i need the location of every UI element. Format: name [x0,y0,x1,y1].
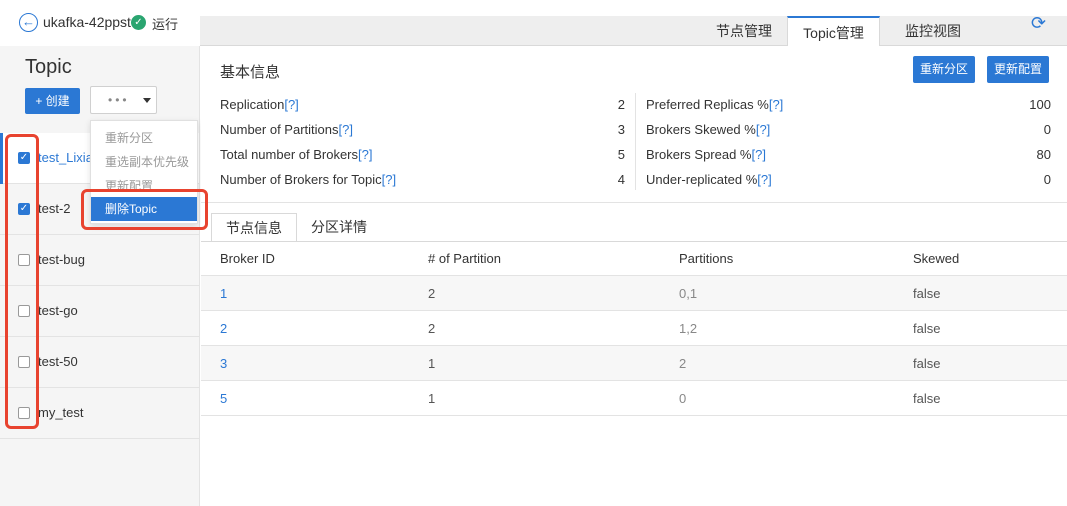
tab-label: 监控视图 [905,23,961,39]
info-label: Replication[?] [220,97,299,112]
table-header: Broker ID # of Partition Partitions Skew… [201,242,1067,276]
info-label: Brokers Spread %[?] [646,147,766,162]
table-row: 2 2 1,2 false [201,311,1067,346]
tab-topic-management[interactable]: Topic管理 [787,16,880,47]
menu-item-repartition[interactable]: 重新分区 [91,126,197,150]
column-header: Partitions [679,251,734,266]
info-value: 5 [617,147,625,162]
info-label: Number of Partitions[?] [220,122,353,137]
info-value: 0 [1043,122,1051,137]
help-link[interactable]: [?] [358,147,372,162]
cluster-name: ukafka-42ppst [43,14,131,30]
info-label: Under-replicated %[?] [646,172,772,187]
info-label: Preferred Replicas %[?] [646,97,784,112]
menu-item-reelect-replica[interactable]: 重选副本优先级 [91,150,197,174]
tab-label: 分区详情 [311,219,367,235]
tab-label: 节点管理 [716,23,772,39]
skewed: false [913,356,941,371]
info-value: 4 [617,172,625,187]
partitions: 2 [679,356,687,371]
topic-name: my_test [38,405,84,420]
column-header: Skewed [913,251,960,266]
help-link[interactable]: [?] [382,172,396,187]
help-link[interactable]: [?] [757,172,771,187]
info-value: 3 [617,122,625,137]
back-arrow-icon[interactable]: ← [19,13,38,32]
help-link[interactable]: [?] [339,122,353,137]
info-label: Brokers Skewed %[?] [646,122,771,137]
section-title: 基本信息 [220,64,281,81]
partitions: 0 [679,391,687,406]
help-link[interactable]: [?] [752,147,766,162]
topic-name: test-go [38,303,78,318]
info-label: Number of Brokers for Topic[?] [220,172,397,187]
refresh-icon[interactable]: ⟳ [1031,13,1051,33]
info-value: 2 [617,97,625,112]
info-value: 100 [1029,97,1051,112]
partition-count: 2 [428,321,436,336]
partitions: 1,2 [679,321,698,336]
info-value: 80 [1036,147,1051,162]
topic-name: test_Lixia [38,150,93,165]
column-header: # of Partition [428,251,501,266]
column-header: Broker ID [220,251,275,266]
skewed: false [913,286,941,301]
help-link[interactable]: [?] [756,122,770,137]
broker-id-link[interactable]: 1 [220,286,227,301]
tab-label: 节点信息 [226,220,282,236]
tab-partition-details[interactable]: 分区详情 [297,213,381,242]
help-link[interactable]: [?] [284,97,298,112]
more-icon: ••• [108,93,130,107]
check-circle-icon: ✓ [131,15,146,30]
skewed: false [913,321,941,336]
repartition-button[interactable]: 重新分区 [913,56,975,83]
tab-node-management[interactable]: 节点管理 [702,16,786,46]
table-row: 1 2 0,1 false [201,276,1067,311]
partition-count: 1 [428,356,436,371]
broker-id-link[interactable]: 5 [220,391,227,406]
topic-name: test-2 [38,201,71,216]
update-config-button[interactable]: 更新配置 [987,56,1049,83]
highlight-box-checkboxes [5,134,39,429]
tab-monitoring-view[interactable]: 监控视图 [890,16,976,46]
info-label: Total number of Brokers[?] [220,147,373,162]
broker-id-link[interactable]: 3 [220,356,227,371]
tab-label: Topic管理 [803,25,864,41]
main-content: 基本信息 重新分区 更新配置 Replication[?] 2 Number o… [201,46,1067,506]
partition-count: 2 [428,286,436,301]
top-bar: ← ukafka-42ppst ✓ 运行 节点管理 Topic管理 监控视图 ⟳ [0,0,1067,47]
caret-down-icon [143,98,151,103]
skewed: false [913,391,941,406]
help-link[interactable]: [?] [769,97,783,112]
topic-name: test-50 [38,354,78,369]
tab-broker-info[interactable]: 节点信息 [211,213,297,243]
broker-table: Broker ID # of Partition Partitions Skew… [201,242,1067,416]
create-topic-button[interactable]: + 创建 [25,88,80,114]
broker-id-link[interactable]: 2 [220,321,227,336]
table-row: 3 1 2 false [201,346,1067,381]
column-divider [635,93,636,190]
info-value: 0 [1043,172,1051,187]
highlight-box-delete [81,189,208,230]
more-actions-dropdown[interactable]: ••• [90,86,157,114]
topic-name: test-bug [38,252,85,267]
table-row: 5 1 0 false [201,381,1067,416]
section-divider [201,202,1067,203]
sidebar-title: Topic [25,56,72,78]
status-text: 运行 [152,17,179,32]
partition-count: 1 [428,391,436,406]
partitions: 0,1 [679,286,698,301]
